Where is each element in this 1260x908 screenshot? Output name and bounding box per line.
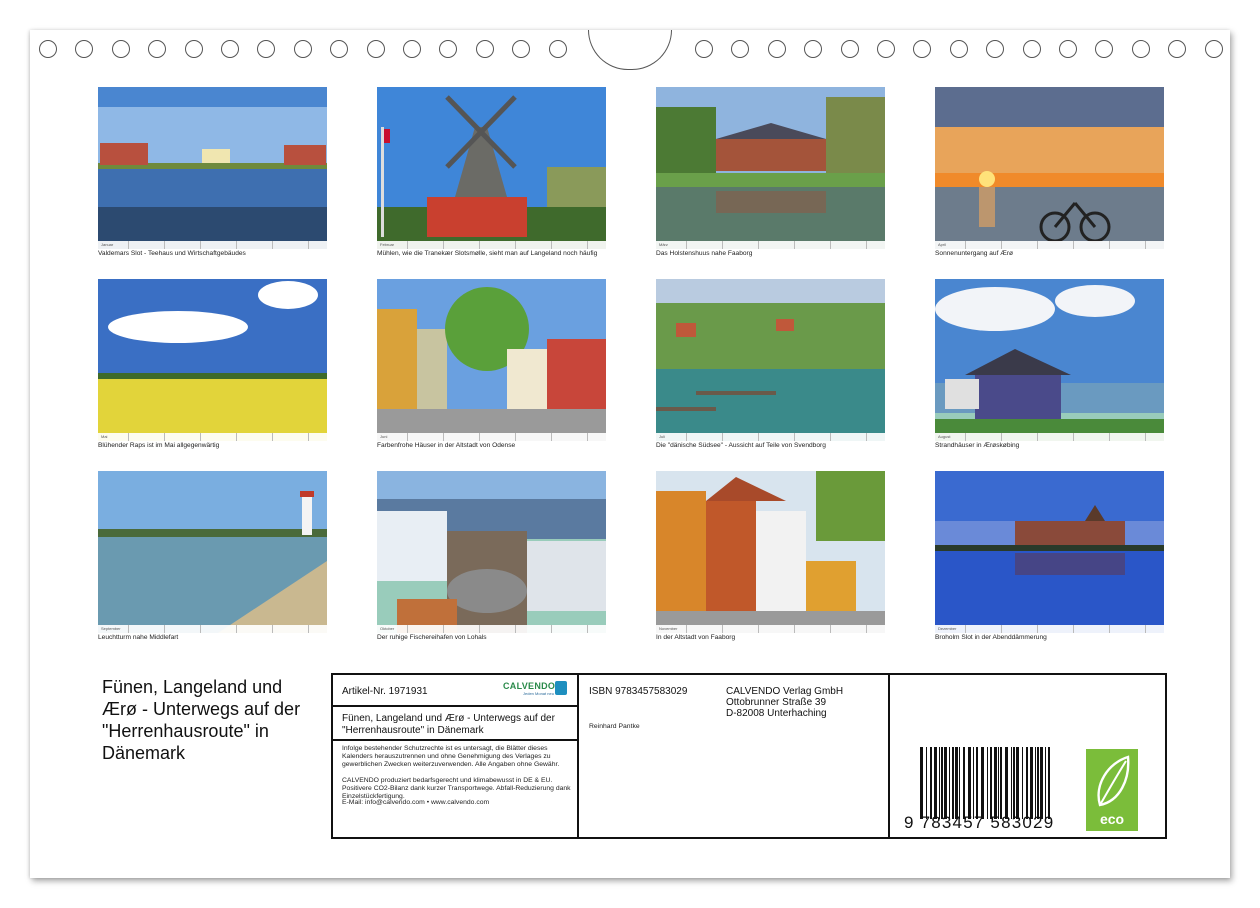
- binding-ring-icon: [1204, 40, 1223, 58]
- binding-ring-icon: [913, 40, 932, 58]
- binding-ring-icon: [221, 40, 239, 58]
- publisher-name: CALVENDO Verlag GmbH: [726, 686, 844, 697]
- caption-july: Die "dänische Südsee" - Aussicht auf Tei…: [656, 442, 826, 449]
- photo-january: Januar: [98, 87, 327, 249]
- binding-ring-icon: [475, 40, 494, 58]
- photo-april: April: [935, 87, 1164, 249]
- binding-ring-icon: [1095, 40, 1114, 58]
- month-strip: Mai: [98, 433, 327, 441]
- article-number: Artikel-Nr. 1971931: [342, 686, 428, 697]
- photo-march: März: [656, 87, 885, 249]
- photo-august: August: [935, 279, 1164, 441]
- legal-notice: Infolge bestehender Schutzrechte ist es …: [342, 745, 560, 768]
- month-strip: November: [656, 625, 885, 633]
- binding-ring-icon: [767, 40, 786, 58]
- binding-ring-icon: [949, 40, 968, 58]
- binding-ring-icon: [1022, 40, 1041, 58]
- month-strip: Juni: [377, 433, 606, 441]
- caption-september: Leuchtturm nahe Middlefart: [98, 634, 179, 641]
- binding-ring-icon: [548, 40, 567, 58]
- photo-december: Dezember: [935, 471, 1164, 633]
- caption-march: Das Holstenshuus nahe Faaborg: [656, 250, 753, 257]
- photo-november: November: [656, 471, 885, 633]
- climate-notice: CALVENDO produziert bedarfsgerecht und k…: [342, 777, 571, 800]
- binding-ring-icon: [439, 40, 458, 58]
- photo-may: Mai: [98, 279, 327, 441]
- photo-february: Februar: [377, 87, 606, 249]
- calendar-title: Fünen, Langeland und Ærø - Unterwegs auf…: [102, 677, 301, 763]
- photo-july: Juli: [656, 279, 885, 441]
- barcode-icon: [920, 747, 1050, 819]
- subtitle: Fünen, Langeland und Ærø - Unterwegs auf…: [342, 713, 555, 736]
- binding-ring-icon: [1168, 40, 1187, 58]
- calvendo-logo-icon: [555, 681, 567, 695]
- photo-june: Juni: [377, 279, 606, 441]
- binding-ring-icon: [1059, 40, 1077, 58]
- binding-ring-icon: [695, 40, 713, 58]
- binding-ring-icon: [403, 40, 421, 58]
- calendar-back-page: Januar Februar März April Valdemars Slot…: [30, 30, 1230, 878]
- publisher-street: Ottobrunner Straße 39: [726, 697, 827, 708]
- binding-ring-icon: [257, 40, 276, 58]
- binding-ring-icon: [330, 40, 349, 58]
- author: Reinhard Pantke: [589, 723, 640, 730]
- binding-ring-icon: [986, 40, 1005, 58]
- contact-email: E-Mail: info@calvendo.com • www.calvendo…: [342, 799, 490, 806]
- photo-september: September: [98, 471, 327, 633]
- calvendo-logo: CALVENDO Jeden Monat neu: [503, 681, 567, 697]
- month-strip: Juli: [656, 433, 885, 441]
- publisher-city: D-82008 Unterhaching: [726, 708, 827, 719]
- isbn: ISBN 9783457583029: [589, 686, 688, 697]
- caption-may: Blühender Raps ist im Mai allgegenwärtig: [98, 442, 220, 449]
- barcode-number: 9 783457 583029: [904, 813, 1055, 832]
- month-strip: Februar: [377, 241, 606, 249]
- caption-october: Der ruhige Fischereihafen von Lohals: [377, 634, 487, 641]
- binding-ring-icon: [1131, 40, 1150, 58]
- caption-december: Broholm Slot in der Abenddämmerung: [935, 634, 1047, 641]
- month-strip: September: [98, 625, 327, 633]
- binding-ring-icon: [366, 40, 385, 58]
- month-strip: März: [656, 241, 885, 249]
- caption-november: In der Altstadt von Faaborg: [656, 634, 736, 641]
- binding-ring-icon: [148, 40, 167, 58]
- caption-august: Strandhäuser in Ærøskøbing: [935, 442, 1020, 449]
- publisher-address: CALVENDO Verlag GmbH Ottobrunner Straße …: [726, 686, 843, 719]
- binding-ring-icon: [39, 40, 57, 58]
- month-strip: April: [935, 241, 1164, 249]
- binding-ring-icon: [512, 40, 531, 58]
- photo-october: Oktober: [377, 471, 606, 633]
- binding-ring-icon: [184, 40, 203, 58]
- binding-ring-icon: [731, 40, 750, 58]
- caption-june: Farbenfrohe Häuser in der Altstadt von O…: [377, 442, 516, 449]
- imprint-box: Artikel-Nr. 1971931 CALVENDO Jeden Monat…: [331, 673, 1167, 839]
- eco-badge: eco: [1086, 749, 1138, 831]
- binding-ring-icon: [877, 40, 895, 58]
- binding-ring-icon: [75, 40, 94, 58]
- month-strip: Dezember: [935, 625, 1164, 633]
- month-strip: Oktober: [377, 625, 606, 633]
- month-strip: August: [935, 433, 1164, 441]
- binding-ring-icon: [840, 40, 859, 58]
- binding-ring-icon: [111, 40, 130, 58]
- caption-april: Sonnenuntergang auf Ærø: [935, 250, 1014, 257]
- caption-february: Mühlen, wie die Tranekær Slotsmølle, sie…: [377, 250, 598, 257]
- caption-january: Valdemars Slot - Teehaus und Wirtschaftg…: [98, 250, 246, 257]
- barcode-area: 9 783457 583029 eco: [890, 675, 1165, 837]
- binding-ring-icon: [804, 40, 823, 58]
- month-strip: Januar: [98, 241, 327, 249]
- binding-ring-icon: [293, 40, 312, 58]
